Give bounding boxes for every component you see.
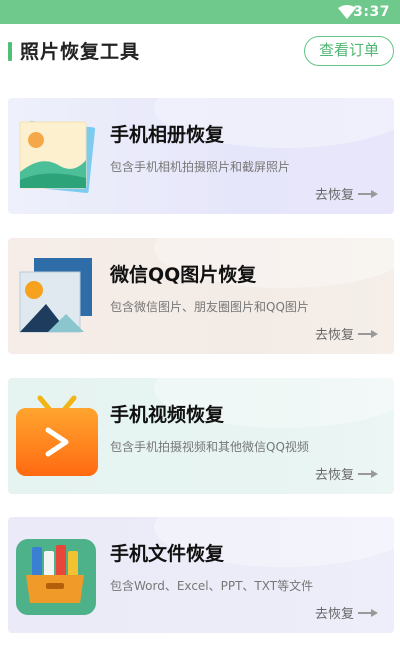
- picture-icon: [19, 258, 92, 333]
- status-bar: 3:37: [0, 0, 400, 24]
- card-title: 手机视频恢复: [110, 404, 225, 426]
- go-recover-button[interactable]: 去恢复: [315, 603, 354, 622]
- page-title: 照片恢复工具: [20, 41, 141, 63]
- card-phone-file-recovery[interactable]: 手机文件恢复 包含Word、Excel、PPT、TXT等文件 去恢复: [8, 517, 394, 633]
- arrow-right-icon: [358, 609, 378, 617]
- arrow-right-icon: [358, 190, 378, 198]
- arrow-right-icon: [358, 470, 378, 478]
- card-title: 手机文件恢复: [110, 543, 225, 565]
- card-title: 微信QQ图片恢复: [110, 264, 257, 286]
- arrow-right-icon: [358, 330, 378, 338]
- card-wechat-qq-picture-recovery[interactable]: 微信QQ图片恢复 包含微信图片、朋友圈图片和QQ图片 去恢复: [8, 238, 394, 354]
- card-description: 包含手机拍摄视频和其他微信QQ视频: [110, 440, 309, 454]
- card-phone-video-recovery[interactable]: 手机视频恢复 包含手机拍摄视频和其他微信QQ视频 去恢复: [8, 378, 394, 494]
- title-accent-bar: [8, 42, 12, 61]
- file-box-icon: [16, 539, 96, 615]
- photo-album-icon: [19, 120, 96, 194]
- go-recover-button[interactable]: 去恢复: [315, 324, 354, 343]
- view-orders-button[interactable]: 查看订单: [304, 36, 394, 66]
- card-description: 包含微信图片、朋友圈图片和QQ图片: [110, 300, 309, 314]
- card-description: 包含Word、Excel、PPT、TXT等文件: [110, 579, 314, 593]
- card-phone-album-recovery[interactable]: 手机相册恢复 包含手机相机拍摄照片和截屏照片 去恢复: [8, 98, 394, 214]
- card-title: 手机相册恢复: [110, 124, 225, 146]
- card-description: 包含手机相机拍摄照片和截屏照片: [110, 160, 291, 174]
- video-icon: [16, 395, 98, 476]
- go-recover-button[interactable]: 去恢复: [315, 464, 354, 483]
- go-recover-button[interactable]: 去恢复: [315, 184, 354, 203]
- header: 照片恢复工具 查看订单: [0, 24, 400, 80]
- status-time: 3:37: [353, 4, 390, 20]
